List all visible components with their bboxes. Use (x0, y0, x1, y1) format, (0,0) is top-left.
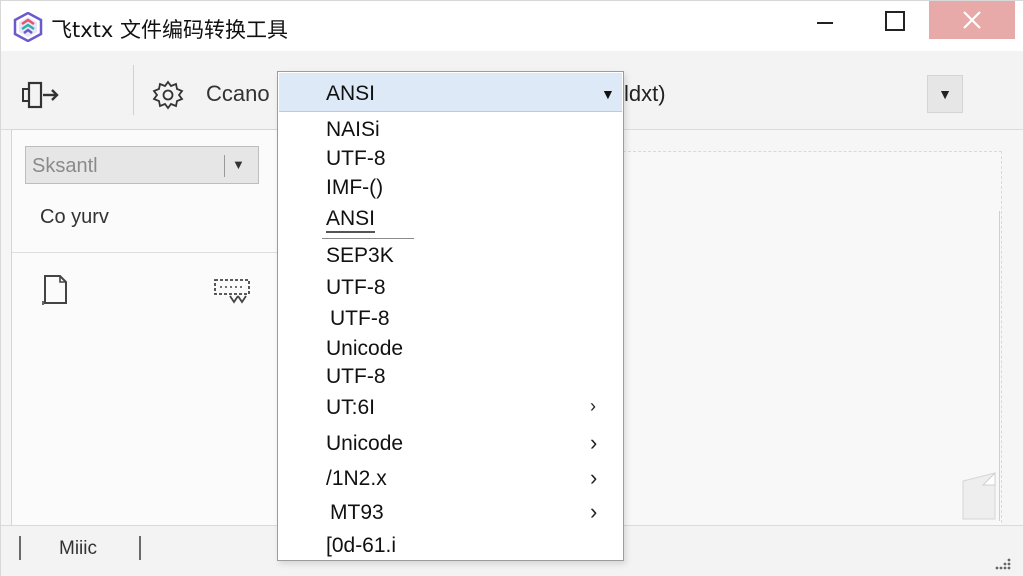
encoding-option-label: MT93 (330, 501, 384, 524)
encoding-dropdown-header[interactable]: ANSI ▼ (279, 73, 622, 112)
chevron-right-icon: › (590, 430, 598, 455)
encoding-option-label: Unicode (326, 432, 404, 455)
content-area[interactable] (623, 151, 1002, 528)
resize-grip-icon[interactable] (989, 556, 1013, 572)
target-encoding-value[interactable]: ldxt) (624, 81, 666, 107)
encoding-option[interactable]: [0d-61.i (278, 530, 623, 560)
status-text: Miiic (59, 538, 97, 559)
encoding-option[interactable]: NAISi (278, 114, 623, 144)
encoding-option-label: IMF-() (326, 176, 384, 199)
encoding-option[interactable]: UTF-8 (278, 361, 623, 391)
minimize-button[interactable] (797, 1, 853, 41)
status-divider-right (139, 536, 141, 560)
encoding-option[interactable]: UTF-8 (278, 272, 623, 302)
encoding-option-label: UTF-8 (326, 147, 386, 170)
menu-separator (322, 238, 414, 239)
divider (12, 252, 280, 253)
encoding-option-label: /1N2.x (326, 467, 387, 490)
encoding-option-label: UT:6I (326, 396, 376, 419)
maximize-button[interactable] (867, 1, 923, 41)
left-panel-label: Co yurv (40, 206, 109, 228)
app-logo-icon (13, 12, 43, 42)
encoding-option-label: SEP3K (326, 244, 394, 267)
encoding-option-label: NAISi (326, 118, 380, 141)
page-curl-icon (962, 471, 996, 520)
encoding-submenu-option[interactable]: UT:6I › (278, 392, 623, 422)
encoding-option-label: [0d-61.i (326, 534, 397, 557)
chevron-right-icon: › (590, 465, 598, 490)
toolbar-label[interactable]: Ccano (206, 81, 270, 107)
encoding-option-label: ANSI (326, 207, 376, 233)
encoding-option[interactable]: IMF-() (278, 172, 623, 202)
scrollbar-track[interactable] (999, 211, 1000, 521)
status-divider-left (19, 536, 21, 560)
grid-download-icon[interactable] (212, 276, 252, 308)
title-bar: 飞txtx 文件编码转换工具 (1, 1, 1023, 51)
maximize-icon (885, 11, 905, 31)
close-button[interactable] (929, 1, 1015, 39)
exit-icon[interactable] (19, 79, 63, 111)
encoding-option-label: UTF-8 (326, 365, 386, 388)
chevron-right-icon: › (590, 396, 596, 416)
chevron-down-icon: ▼ (232, 157, 245, 172)
encoding-dropdown[interactable]: ANSI ▼ NAISi UTF-8 IMF-() ANSI SEP3K UTF… (277, 71, 624, 561)
settings-icon[interactable] (151, 79, 185, 111)
chevron-down-icon: ▼ (601, 86, 615, 102)
encoding-option[interactable]: UTF-8 (278, 303, 623, 333)
encoding-option-label: UTF-8 (326, 276, 386, 299)
encoding-submenu-option[interactable]: MT93 › (278, 497, 623, 527)
left-panel: Sksantl ▼ Co yurv (11, 129, 281, 527)
app-window: 飞txtx 文件编码转换工具 Ccano ldxt) ▼ Sksantl ▼ C… (0, 0, 1024, 576)
encoding-option[interactable]: UTF-8 (278, 143, 623, 173)
source-select-value: Sksantl (32, 155, 98, 177)
encoding-submenu-option[interactable]: Unicode › (278, 428, 623, 458)
encoding-option[interactable]: SEP3K (278, 240, 623, 270)
encoding-option-label: Unicode (326, 337, 404, 360)
close-icon (963, 11, 981, 29)
encoding-submenu-option[interactable]: /1N2.x › (278, 463, 623, 493)
encoding-option-label: UTF-8 (330, 307, 390, 330)
chevron-right-icon: › (590, 499, 598, 524)
source-select[interactable]: Sksantl ▼ (25, 146, 259, 184)
encoding-option-active[interactable]: ANSI (278, 203, 623, 233)
target-encoding-dropdown-button[interactable]: ▼ (927, 75, 963, 113)
document-icon[interactable] (40, 273, 70, 307)
toolbar-separator (133, 65, 134, 115)
window-title: 飞txtx 文件编码转换工具 (51, 18, 288, 42)
minimize-icon (817, 22, 833, 24)
select-separator (224, 155, 225, 177)
encoding-selected-value: ANSI (326, 82, 376, 105)
encoding-option[interactable]: Unicode (278, 333, 623, 363)
